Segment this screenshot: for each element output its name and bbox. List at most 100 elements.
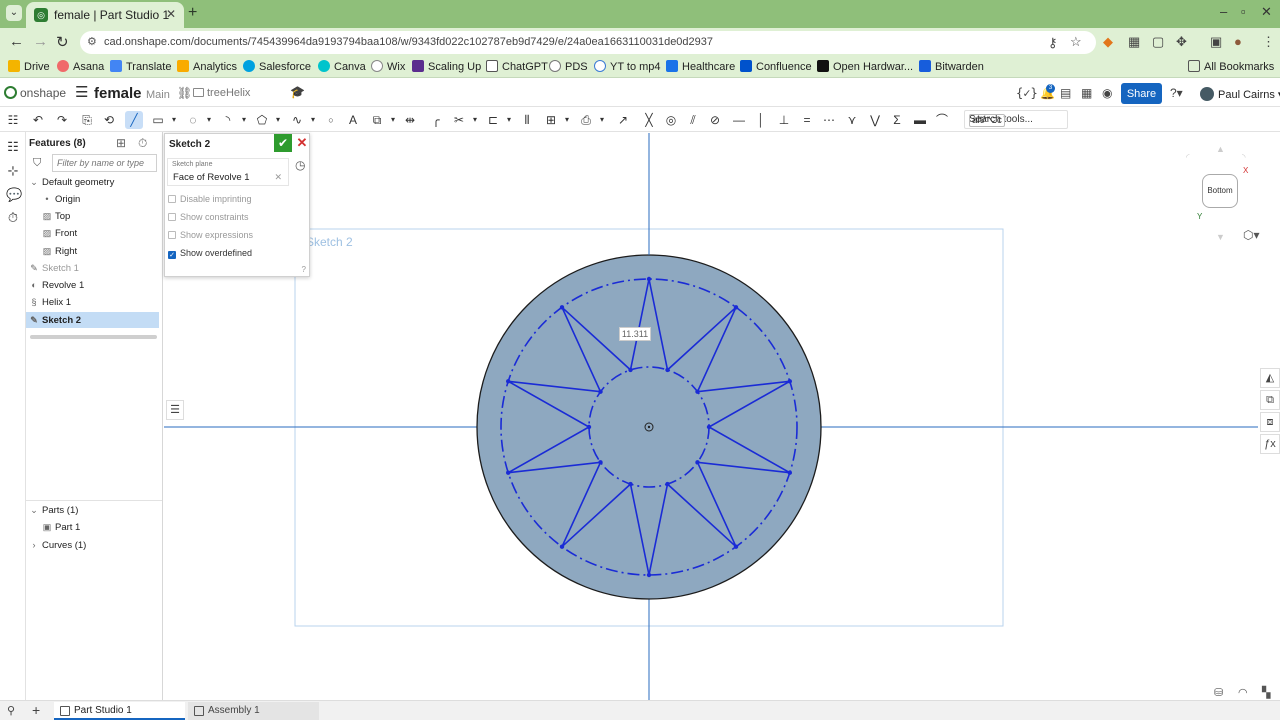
bookmark-scaling-up[interactable]: Scaling Up (412, 60, 481, 73)
sketch-vertex[interactable] (628, 367, 633, 373)
search-tools-input[interactable]: Search tools... alt/⌥c (964, 110, 1068, 129)
bookmark-asana[interactable]: Asana (57, 60, 104, 73)
sketch-vertex[interactable] (598, 460, 603, 465)
expand-chevron-icon[interactable]: › (29, 537, 39, 553)
parallel-icon[interactable]: ⫽ (684, 111, 702, 129)
reload-icon[interactable]: ↻ (56, 33, 69, 51)
show-expressions-option[interactable]: Show expressions (168, 230, 253, 240)
minimize-icon[interactable]: – (1220, 4, 1227, 19)
branch-name[interactable]: Main (146, 89, 170, 101)
bookmark-canva[interactable]: Canva (318, 60, 366, 73)
extension-blank-icon[interactable]: ▢ (1152, 34, 1164, 50)
sketch-vertex[interactable] (646, 276, 652, 282)
tree-sketch-1[interactable]: ✎ Sketch 1 (29, 260, 162, 276)
sketch-vertex[interactable] (646, 572, 652, 578)
tree-right-plane[interactable]: ▨ Right (42, 243, 175, 259)
checkbox-checked-icon[interactable]: ✓ (168, 251, 176, 259)
checkbox-unchecked-icon[interactable] (168, 231, 176, 239)
graphics-canvas[interactable] (164, 133, 1258, 700)
folder-breadcrumb[interactable]: treeHelix (193, 87, 250, 99)
globe-icon[interactable]: ◉ (1102, 86, 1112, 100)
rectangle-menu-chevron-icon[interactable]: ▾ (165, 111, 183, 129)
rotate-down-arrow-icon[interactable]: ▼ (1216, 232, 1225, 242)
configurations-panel-icon[interactable]: ⧈ (1260, 412, 1280, 432)
add-folder-icon[interactable]: ⊞ (116, 136, 126, 150)
bookmark-yt-to-mp4[interactable]: YT to mp4 (594, 60, 661, 73)
extension-icon[interactable]: ▦ (1128, 34, 1140, 50)
sketch-vertex[interactable] (598, 389, 603, 394)
url-omnibox[interactable]: ⚙ cad.onshape.com/documents/745439964da9… (80, 31, 1096, 54)
sketch-vertex[interactable] (787, 379, 792, 384)
dimension-label[interactable]: 11.311 (619, 327, 651, 341)
collapse-chevron-icon[interactable]: ⌄ (29, 174, 39, 190)
document-list-icon[interactable]: ▤ (1060, 86, 1071, 100)
rotate-right-arrow-icon[interactable]: ◝ (1242, 152, 1246, 163)
appearance-panel-icon[interactable]: ◭ (1260, 368, 1280, 388)
tree-parts[interactable]: ⌄ Parts (1) (29, 502, 162, 518)
featurescript-icon[interactable]: {✓} (1016, 86, 1038, 100)
site-info-icon[interactable]: ⚙ (87, 35, 97, 48)
sketch-list-toggle-icon[interactable]: ☰ (166, 400, 184, 420)
redo-icon[interactable]: ↷ (53, 111, 71, 129)
feature-filter-input[interactable] (52, 154, 157, 172)
transform-tool-icon[interactable]: ↗ (614, 111, 632, 129)
section-view-icon[interactable]: ◠ (1238, 686, 1248, 699)
pattern-menu-chevron-icon[interactable]: ▾ (558, 111, 576, 129)
sketch-vertex[interactable] (586, 424, 592, 430)
user-menu[interactable]: Paul Cairns ▾ (1200, 87, 1280, 101)
sketch-vertex[interactable] (506, 379, 511, 384)
sketch-vertex[interactable] (733, 305, 739, 310)
variables-panel-icon[interactable]: ƒx (1260, 434, 1280, 454)
tree-default-geometry[interactable]: ⌄ Default geometry (29, 174, 162, 190)
tree-origin[interactable]: • Origin (42, 191, 175, 207)
profile-avatar-icon[interactable]: ● (1234, 34, 1242, 49)
point-tool-icon[interactable]: ○ (322, 111, 340, 129)
arc-menu-chevron-icon[interactable]: ▾ (235, 111, 253, 129)
bookmark-confluence[interactable]: Confluence (740, 60, 812, 73)
back-icon[interactable]: ← (9, 33, 24, 50)
bookmark-chatgpt[interactable]: ChatGPT (486, 60, 548, 73)
sketch-vertex[interactable] (695, 460, 700, 465)
checkbox-unchecked-icon[interactable] (168, 195, 176, 203)
mirror-tool-icon[interactable]: ⫴ (518, 111, 536, 129)
circle-menu-chevron-icon[interactable]: ▾ (200, 111, 218, 129)
disable-imprinting-option[interactable]: Disable imprinting (168, 194, 252, 204)
bookmark-star-icon[interactable]: ☆ (1070, 34, 1082, 50)
accept-check-icon[interactable]: ✔ (274, 134, 292, 152)
measure-icon[interactable]: ▚ (1262, 686, 1270, 699)
rollback-timer-icon[interactable]: ⏱ (138, 136, 147, 151)
bookmark-bitwarden[interactable]: Bitwarden (919, 60, 984, 73)
document-title[interactable]: female (94, 85, 142, 102)
comments-icon[interactable]: 💬 (6, 188, 22, 202)
sketch-vertex[interactable] (706, 424, 712, 430)
bookmark-salesforce[interactable]: Salesforce (243, 60, 311, 73)
sketch-plane-field[interactable]: Sketch plane Face of Revolve 1 ✕ (167, 158, 289, 186)
undo-icon[interactable]: ↶ (29, 111, 47, 129)
add-feature-icon[interactable]: ⊹ (6, 164, 20, 178)
feature-list-scrollbar[interactable] (30, 335, 157, 339)
rotate-up-arrow-icon[interactable]: ▲ (1216, 144, 1225, 154)
bookmark-healthcare[interactable]: Healthcare (666, 60, 735, 73)
browser-tab-active[interactable]: ◎ female | Part Studio 1 ✕ (26, 2, 184, 28)
tab-manager-icon[interactable]: ⚲ (7, 704, 15, 717)
sketch-vertex[interactable] (559, 305, 565, 310)
tab-close-icon[interactable]: ✕ (166, 7, 176, 21)
concentric-icon[interactable]: ◎ (662, 111, 680, 129)
extensions-puzzle-icon[interactable]: ✥ (1176, 34, 1187, 50)
polygon-menu-chevron-icon[interactable]: ▾ (269, 111, 287, 129)
offset-menu-chevron-icon[interactable]: ▾ (500, 111, 518, 129)
sketch-vertex[interactable] (665, 367, 670, 373)
chrome-menu-icon[interactable]: ⋮ (1262, 34, 1275, 50)
equal-icon[interactable]: = (798, 111, 816, 129)
new-tab-icon[interactable]: + (188, 4, 197, 22)
onshape-logo-text[interactable]: onshape (20, 86, 66, 100)
sketch-vertex[interactable] (559, 544, 565, 549)
tree-revolve-1[interactable]: ◐ Revolve 1 (29, 277, 162, 293)
document-menu-icon[interactable]: ☰ (75, 83, 88, 101)
metamask-extension-icon[interactable]: ◆ (1103, 34, 1113, 50)
parts-panel-icon[interactable]: ⧉ (1260, 390, 1280, 410)
help-icon[interactable]: ? (302, 265, 306, 274)
learning-center-icon[interactable]: 🎓 (290, 85, 305, 99)
sketch-vertex[interactable] (787, 470, 792, 475)
bookmark-drive[interactable]: Drive (8, 60, 50, 73)
